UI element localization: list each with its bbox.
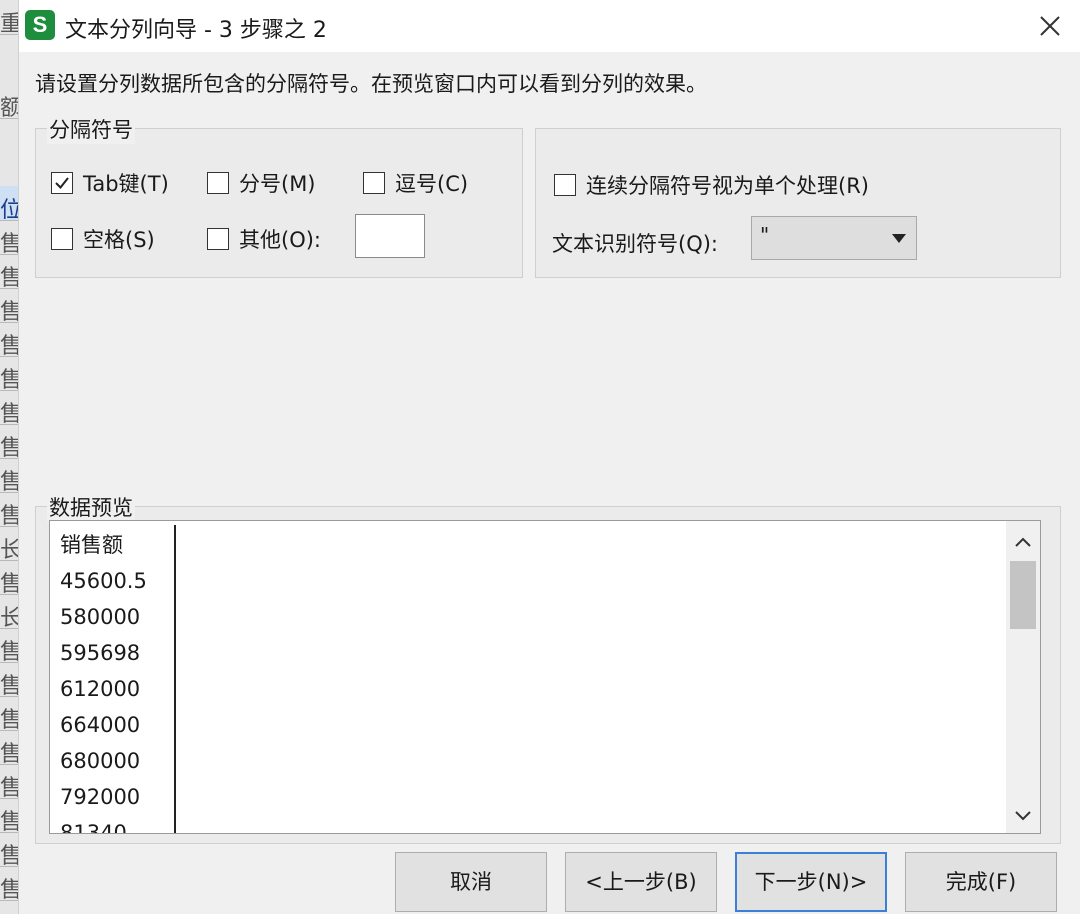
preview-legend: 数据预览	[47, 492, 135, 522]
bg-cell: 售	[0, 322, 18, 357]
bg-cell: 售	[0, 254, 18, 289]
next-button[interactable]: 下一步(N)>	[735, 852, 887, 912]
bg-cell: 重	[0, 0, 18, 35]
semicolon-checkbox[interactable]: 分号(M)	[207, 168, 316, 198]
bg-cell: 售	[0, 764, 18, 799]
space-checkbox-label: 空格(S)	[83, 228, 155, 252]
checkbox-checked-icon	[51, 172, 73, 194]
bg-cell: 额	[0, 84, 18, 119]
bg-cell: 售	[0, 390, 18, 425]
preview-row: 680000	[60, 749, 141, 773]
close-icon	[1040, 16, 1060, 36]
data-preview-pane[interactable]: 销售额 45600.5 580000 595698 612000 664000 …	[49, 520, 1041, 834]
checkbox-icon	[51, 228, 73, 250]
comma-checkbox-label: 逗号(C)	[395, 172, 469, 196]
bg-cell: 售	[0, 798, 18, 833]
bg-cell: 售	[0, 832, 18, 867]
space-checkbox[interactable]: 空格(S)	[51, 224, 155, 254]
preview-row: 销售额	[60, 533, 123, 557]
dropdown-arrow-icon	[892, 234, 906, 243]
instruction-text: 请设置分列数据所包含的分隔符号。在预览窗口内可以看到分列的效果。	[35, 72, 707, 96]
bg-cell: 位	[0, 186, 18, 221]
scroll-down-button[interactable]	[1006, 799, 1040, 833]
tab-checkbox[interactable]: Tab键(T)	[51, 168, 169, 198]
checkbox-icon	[554, 174, 576, 196]
app-icon: S	[25, 10, 55, 40]
scroll-thumb[interactable]	[1010, 561, 1036, 629]
preview-row: 595698	[60, 641, 141, 665]
delimiters-group	[35, 128, 523, 278]
window-title: 文本分列向导 - 3 步骤之 2	[65, 18, 327, 43]
close-button[interactable]	[1029, 6, 1071, 46]
preview-row: 45600.5	[60, 569, 147, 593]
checkbox-icon	[363, 172, 385, 194]
bg-cell: 售	[0, 696, 18, 731]
preview-row: 664000	[60, 713, 141, 737]
preview-column: 销售额 45600.5 580000 595698 612000 664000 …	[60, 527, 147, 834]
delimiters-legend: 分隔符号	[47, 114, 135, 144]
tab-checkbox-label: Tab键(T)	[83, 172, 169, 196]
text-qualifier-label: 文本识别符号(Q):	[552, 232, 718, 256]
comma-checkbox[interactable]: 逗号(C)	[363, 168, 468, 198]
bg-cell: 售	[0, 560, 18, 595]
scroll-up-button[interactable]	[1006, 525, 1040, 559]
back-button[interactable]: <上一步(B)	[565, 852, 717, 912]
cancel-button[interactable]: 取消	[395, 852, 547, 912]
column-break-line[interactable]	[174, 525, 176, 833]
preview-scrollbar[interactable]	[1006, 521, 1040, 833]
bg-cell: 长	[0, 594, 18, 629]
consecutive-delimiters-checkbox[interactable]: 连续分隔符号视为单个处理(R)	[554, 170, 869, 200]
bg-cell: 售	[0, 458, 18, 493]
other-checkbox-label: 其他(O):	[239, 228, 321, 252]
title-bar: S 文本分列向导 - 3 步骤之 2	[19, 0, 1080, 52]
preview-row: 792000	[60, 785, 141, 809]
text-qualifier-value: "	[760, 223, 770, 247]
bg-cell: 售	[0, 628, 18, 663]
checkbox-icon	[207, 228, 229, 250]
consecutive-delimiters-label: 连续分隔符号视为单个处理(R)	[586, 174, 869, 198]
preview-row: 580000	[60, 605, 141, 629]
checkbox-icon	[207, 172, 229, 194]
bg-cell: 售	[0, 424, 18, 459]
other-delimiter-input[interactable]	[355, 214, 425, 258]
finish-button[interactable]: 完成(F)	[905, 852, 1057, 912]
bg-cell: 长	[0, 526, 18, 561]
preview-row: 612000	[60, 677, 141, 701]
preview-row: 81340	[60, 821, 127, 834]
bg-cell: 售	[0, 356, 18, 391]
semicolon-checkbox-label: 分号(M)	[239, 172, 316, 196]
chevron-down-icon	[1015, 811, 1031, 821]
other-checkbox[interactable]: 其他(O):	[207, 224, 321, 254]
bg-cell: 售	[0, 730, 18, 765]
text-to-columns-dialog: S 文本分列向导 - 3 步骤之 2 请设置分列数据所包含的分隔符号。在预览窗口…	[18, 0, 1080, 914]
bg-cell: 售	[0, 866, 18, 901]
chevron-up-icon	[1015, 537, 1031, 547]
bg-cell: 售	[0, 288, 18, 323]
bg-cell: 售	[0, 220, 18, 255]
background-app-strip: 重 额 位 售 售 售 售 售 售 售 售 售 长 售 长 售 售 售 售 售 …	[0, 0, 19, 914]
bg-cell: 售	[0, 662, 18, 697]
text-qualifier-select[interactable]: "	[751, 216, 917, 260]
bg-cell: 售	[0, 492, 18, 527]
